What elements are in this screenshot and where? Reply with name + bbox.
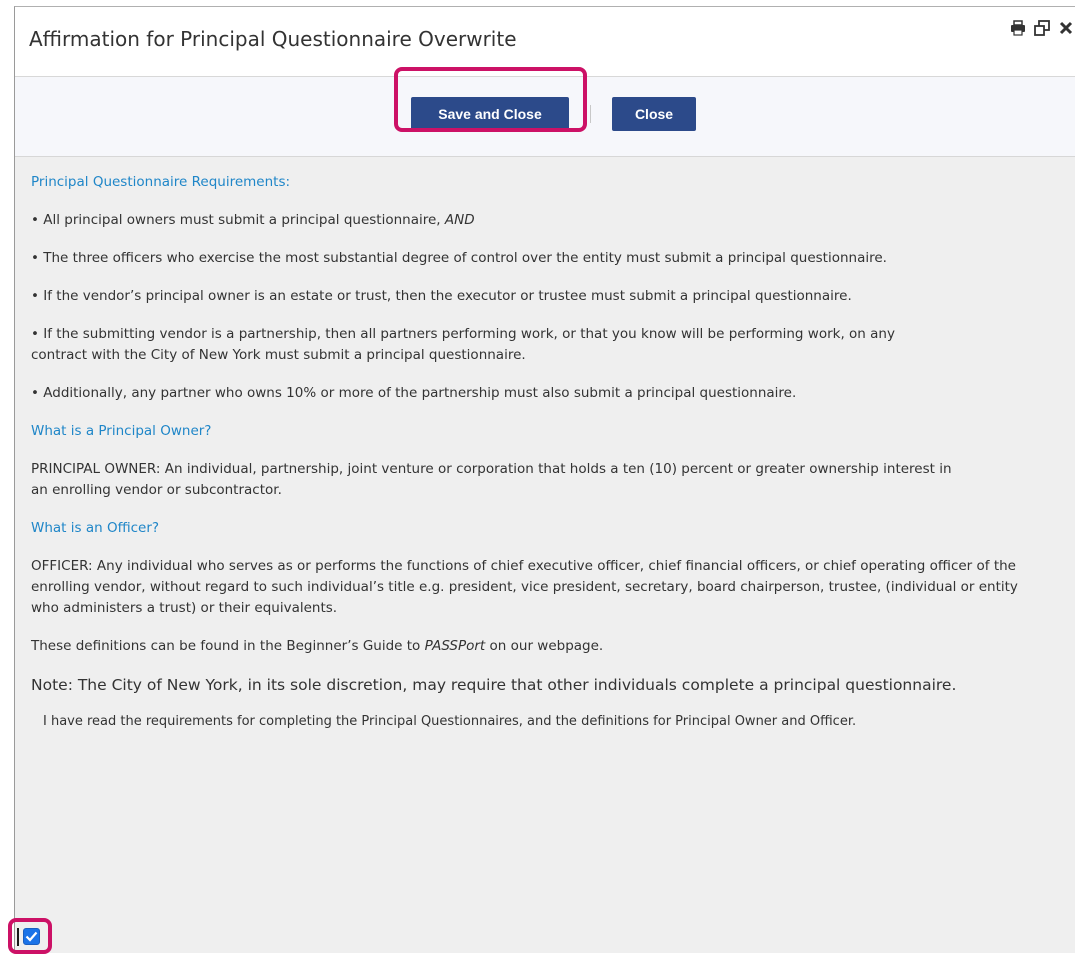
officer-heading: What is an Officer? [31, 520, 160, 536]
save-button-highlight [394, 67, 587, 132]
close-icon[interactable] [1057, 19, 1075, 37]
dialog-title: Affirmation for Principal Questionnaire … [29, 27, 517, 51]
guide-text-after: on our webpage. [489, 638, 604, 654]
acknowledgement-label: I have read the requirements for complet… [43, 714, 857, 729]
restore-window-icon[interactable] [1033, 19, 1051, 37]
window-controls [1009, 19, 1075, 37]
bullet-1-text: • All principal owners must submit a pri… [31, 212, 441, 228]
requirements-heading: Principal Questionnaire Requirements: [31, 174, 291, 190]
requirement-bullet-3: • If the vendor’s principal owner is an … [31, 288, 852, 304]
requirement-bullet-1: • All principal owners must submit a pri… [31, 210, 1059, 231]
guide-reference: These definitions can be found in the Be… [31, 636, 1059, 657]
dialog-content: Principal Questionnaire Requirements: • … [15, 157, 1075, 731]
principal-owner-heading: What is a Principal Owner? [31, 423, 212, 439]
passport-emphasis: PASSPort [424, 638, 486, 654]
officer-definition: OFFICER: Any individual who serves as or… [31, 558, 1018, 616]
toolbar-divider [590, 105, 591, 123]
guide-text-before: These definitions can be found in the Be… [31, 638, 421, 654]
affirmation-dialog: Affirmation for Principal Questionnaire … [14, 6, 1075, 953]
checkbox-highlight [8, 918, 52, 954]
principal-owner-definition: PRINCIPAL OWNER: An individual, partners… [31, 461, 952, 498]
requirement-bullet-5: • Additionally, any partner who owns 10%… [31, 385, 797, 401]
requirement-bullet-2: • The three officers who exercise the mo… [31, 250, 887, 266]
bullet-1-emphasis: AND [444, 212, 475, 228]
discretion-note: Note: The City of New York, in its sole … [31, 676, 957, 694]
requirement-bullet-4: • If the submitting vendor is a partners… [31, 326, 895, 363]
printer-icon[interactable] [1009, 19, 1027, 37]
close-button[interactable]: Close [612, 97, 696, 131]
